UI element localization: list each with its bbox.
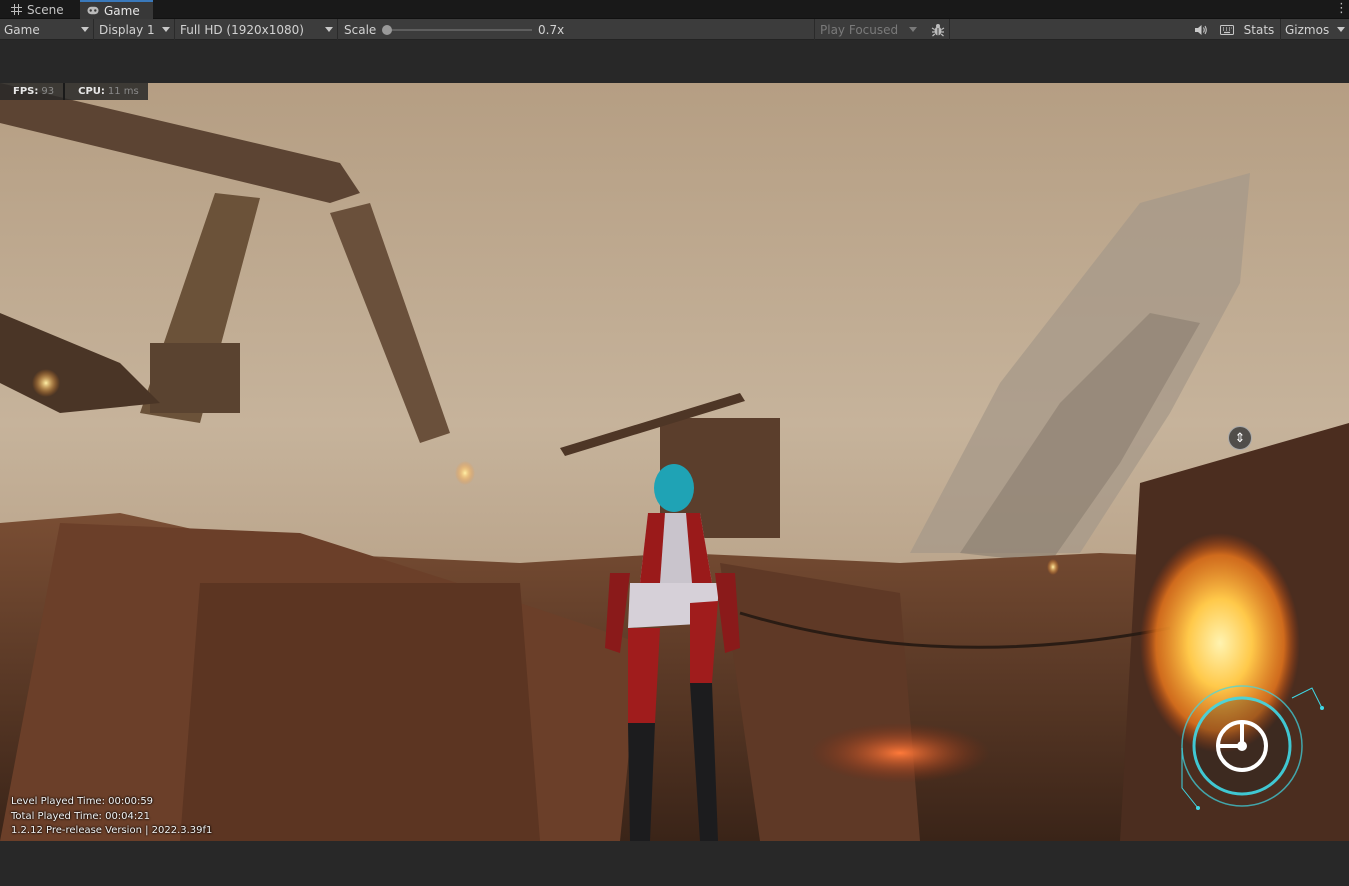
compass-icon: ⇕ (1228, 426, 1252, 450)
keyboard-shortcuts-button[interactable] (1216, 19, 1238, 40)
resolution-dropdown[interactable]: Full HD (1920x1080) (176, 19, 338, 40)
chevron-down-icon (909, 27, 917, 32)
version-label: 1.2.12 Pre-release Version | 2022.3.39f1 (11, 825, 213, 836)
scale-slider-track[interactable] (386, 29, 532, 31)
play-mode-dropdown[interactable]: Play Focused (814, 19, 922, 40)
fps-label: FPS: (13, 86, 39, 97)
display-dropdown[interactable]: Display 1 (95, 19, 175, 40)
play-mode-value: Play Focused (820, 22, 899, 37)
view-mode-dropdown[interactable]: Game (0, 19, 94, 40)
total-played-time: Total Played Time: 00:04:21 (11, 811, 150, 822)
fps-readout: FPS: 93 (0, 83, 63, 100)
fps-value: 93 (41, 86, 55, 97)
tab-scene-label: Scene (27, 2, 64, 17)
radar-hud (1172, 678, 1332, 838)
gamepad-icon (87, 5, 99, 17)
grid-icon (10, 4, 22, 16)
speaker-icon (1195, 24, 1207, 35)
scale-slider-handle[interactable] (382, 25, 392, 35)
scale-label: Scale (344, 22, 377, 37)
level-played-time: Level Played Time: 00:00:59 (11, 796, 154, 807)
stats-button[interactable]: Stats (1240, 19, 1278, 40)
performance-overlay: FPS: 93 CPU: 11 ms (0, 83, 148, 100)
tab-game[interactable]: Game (80, 0, 153, 19)
tab-scene[interactable]: Scene (0, 0, 78, 19)
frame-debugger-button[interactable] (926, 19, 950, 40)
gizmos-dropdown[interactable]: Gizmos (1280, 19, 1349, 40)
mute-audio-button[interactable] (1190, 19, 1212, 40)
cpu-label: CPU: (78, 86, 105, 97)
scale-value: 0.7x (538, 22, 565, 37)
resolution-value: Full HD (1920x1080) (180, 22, 304, 37)
view-mode-value: Game (4, 22, 40, 37)
chevron-down-icon (81, 27, 89, 32)
editor-tab-bar: Scene Game ⋮ (0, 0, 1349, 19)
game-viewport[interactable] (0, 83, 1349, 841)
gizmos-label: Gizmos (1285, 22, 1330, 37)
kebab-menu-icon[interactable]: ⋮ (1335, 2, 1348, 16)
display-value: Display 1 (99, 22, 155, 37)
chevron-down-icon (325, 27, 333, 32)
radar-icon (1181, 685, 1324, 810)
cpu-readout: CPU: 11 ms (63, 83, 148, 100)
bug-icon (931, 23, 944, 36)
keyboard-icon (1220, 24, 1234, 35)
chevron-down-icon (1337, 27, 1345, 32)
chevron-down-icon (162, 27, 170, 32)
game-scene-image (0, 83, 1349, 841)
cpu-value: 11 ms (107, 86, 139, 97)
tab-game-label: Game (104, 3, 140, 18)
